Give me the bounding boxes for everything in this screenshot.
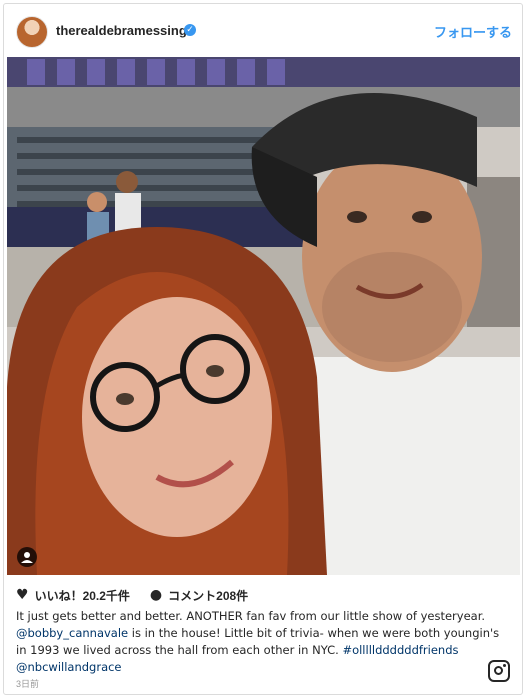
mention-link[interactable]: @bobby_cannavale xyxy=(16,626,128,640)
post-timestamp[interactable]: 3日前 xyxy=(16,677,39,690)
instagram-post-card: therealdebramessing ✓ フォローする ♥ いいね！20.2千… xyxy=(3,3,523,695)
likes-count[interactable]: いいね！20.2千件 xyxy=(35,587,130,604)
post-actions: ♥ いいね！20.2千件 ● コメント208件 xyxy=(16,585,248,605)
user-tag-icon[interactable] xyxy=(17,547,37,567)
heart-icon[interactable]: ♥ xyxy=(16,587,29,603)
post-photo[interactable] xyxy=(7,57,520,575)
post-header: therealdebramessing ✓ フォローする xyxy=(4,4,522,58)
verified-badge-icon: ✓ xyxy=(184,24,196,36)
instagram-logo-icon[interactable] xyxy=(488,660,510,682)
username[interactable]: therealdebramessing xyxy=(56,23,187,38)
comments-count[interactable]: コメント208件 xyxy=(168,587,248,604)
follow-button[interactable]: フォローする xyxy=(434,22,512,41)
hashtag-link[interactable]: #olllllddddddfriends xyxy=(342,643,458,657)
comment-icon[interactable]: ● xyxy=(150,587,162,603)
mention-link[interactable]: @nbcwillandgrace xyxy=(16,660,122,674)
post-caption: It just gets better and better. ANOTHER … xyxy=(16,608,506,676)
caption-text: It just gets better and better. ANOTHER … xyxy=(16,609,486,623)
avatar[interactable] xyxy=(16,16,48,48)
